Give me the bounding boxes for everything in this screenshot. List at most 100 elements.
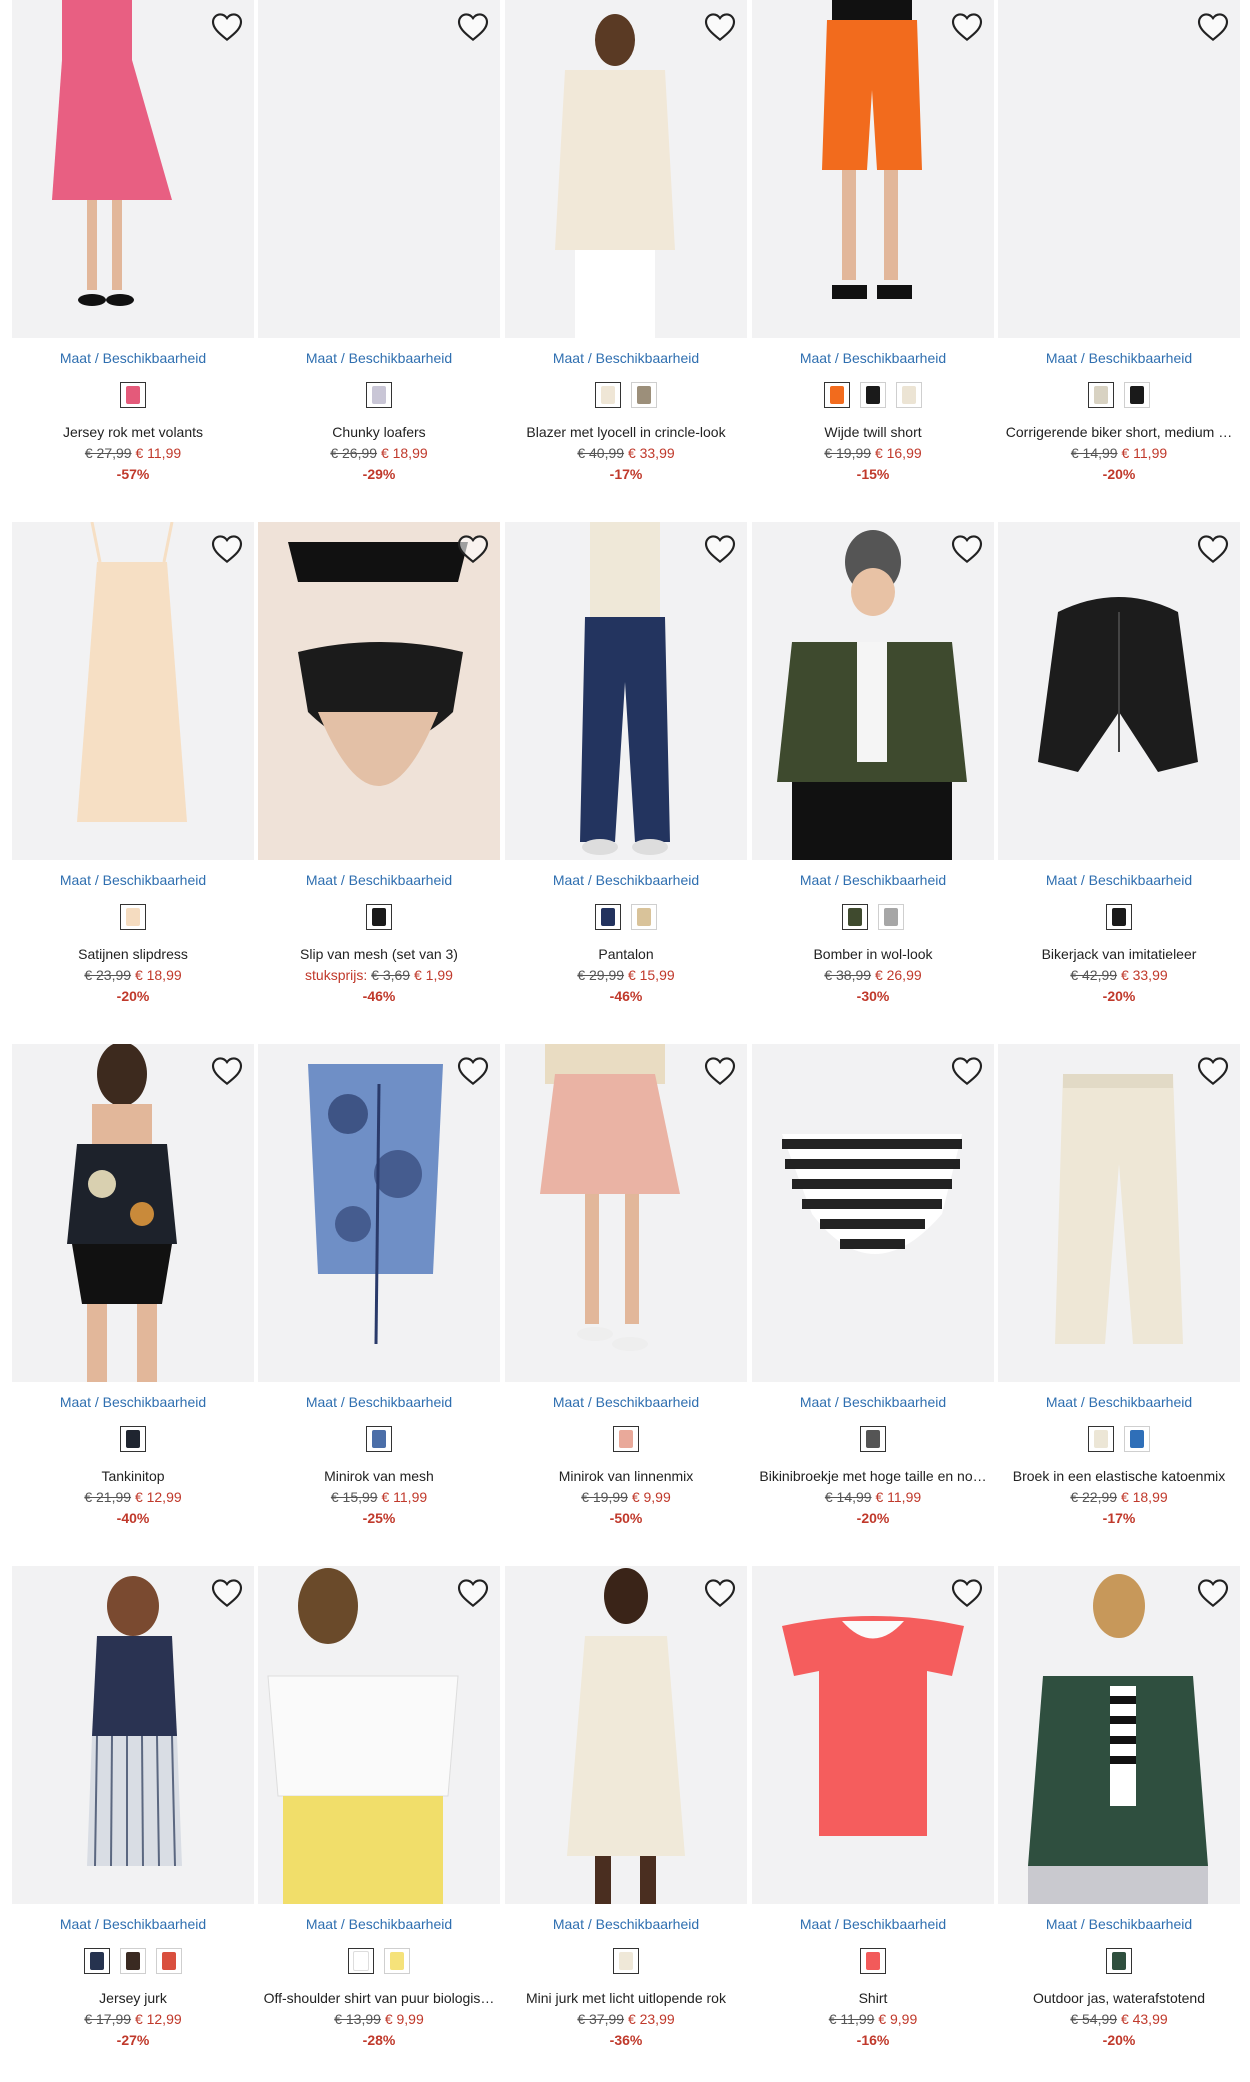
wishlist-heart-icon[interactable] [210,532,244,566]
color-swatch[interactable] [366,1426,392,1452]
product-card[interactable]: Maat / Beschikbaarheid Blazer met lyocell… [505,0,747,500]
product-name[interactable]: Jersey jurk [12,1990,254,2006]
product-image[interactable] [12,0,254,338]
wishlist-heart-icon[interactable] [456,1054,490,1088]
product-card[interactable]: Maat / Beschikbaarheid Tankinitop € 21,99 … [12,1044,254,1544]
color-swatch[interactable] [824,382,850,408]
wishlist-heart-icon[interactable] [703,532,737,566]
product-card[interactable]: Maat / Beschikbaarheid Wijde twill short €… [752,0,994,500]
size-availability-link[interactable]: Maat / Beschikbaarheid [258,350,500,366]
product-card[interactable]: Maat / Beschikbaarheid Mini jurk met lich… [505,1566,747,2066]
size-availability-link[interactable]: Maat / Beschikbaarheid [998,1394,1240,1410]
size-availability-link[interactable]: Maat / Beschikbaarheid [258,1916,500,1932]
size-availability-link[interactable]: Maat / Beschikbaarheid [998,872,1240,888]
wishlist-heart-icon[interactable] [456,532,490,566]
wishlist-heart-icon[interactable] [456,1576,490,1610]
color-swatch[interactable] [595,904,621,930]
product-card[interactable]: Maat / Beschikbaarheid Corrigerende biker… [998,0,1240,500]
product-image[interactable] [752,1044,994,1382]
size-availability-link[interactable]: Maat / Beschikbaarheid [752,872,994,888]
color-swatch[interactable] [1106,904,1132,930]
color-swatch[interactable] [896,382,922,408]
product-card[interactable]: Maat / Beschikbaarheid Off-shoulder shirt… [258,1566,500,2066]
product-image[interactable] [12,522,254,860]
color-swatch[interactable] [860,1948,886,1974]
color-swatch[interactable] [348,1948,374,1974]
product-name[interactable]: Jersey rok met volants [12,424,254,440]
size-availability-link[interactable]: Maat / Beschikbaarheid [998,1916,1240,1932]
color-swatch[interactable] [120,904,146,930]
product-image[interactable] [752,1566,994,1904]
product-card[interactable]: Maat / Beschikbaarheid Jersey jurk € 17,99… [12,1566,254,2066]
wishlist-heart-icon[interactable] [1196,1054,1230,1088]
color-swatch[interactable] [878,904,904,930]
product-card[interactable]: Maat / Beschikbaarheid Broek in een elast… [998,1044,1240,1544]
product-image[interactable] [505,522,747,860]
wishlist-heart-icon[interactable] [703,1576,737,1610]
size-availability-link[interactable]: Maat / Beschikbaarheid [12,1916,254,1932]
color-swatch[interactable] [613,1426,639,1452]
product-name[interactable]: Broek in een elastische katoenmix [998,1468,1240,1484]
size-availability-link[interactable]: Maat / Beschikbaarheid [12,1394,254,1410]
color-swatch[interactable] [384,1948,410,1974]
color-swatch[interactable] [613,1948,639,1974]
color-swatch[interactable] [1124,382,1150,408]
color-swatch[interactable] [631,904,657,930]
size-availability-link[interactable]: Maat / Beschikbaarheid [505,350,747,366]
wishlist-heart-icon[interactable] [210,1576,244,1610]
product-card[interactable]: Maat / Beschikbaarheid Satijnen slipdress… [12,522,254,1022]
wishlist-heart-icon[interactable] [703,10,737,44]
product-image[interactable] [505,0,747,338]
size-availability-link[interactable]: Maat / Beschikbaarheid [258,1394,500,1410]
product-image[interactable] [998,0,1240,338]
product-image[interactable] [12,1566,254,1904]
product-name[interactable]: Blazer met lyocell in crincle-look [505,424,747,440]
wishlist-heart-icon[interactable] [1196,532,1230,566]
product-image[interactable] [505,1566,747,1904]
size-availability-link[interactable]: Maat / Beschikbaarheid [12,350,254,366]
size-availability-link[interactable]: Maat / Beschikbaarheid [258,872,500,888]
wishlist-heart-icon[interactable] [1196,10,1230,44]
product-card[interactable]: Maat / Beschikbaarheid Slip van mesh (set… [258,522,500,1022]
product-name[interactable]: Pantalon [505,946,747,962]
product-card[interactable]: Maat / Beschikbaarheid Jersey rok met vol… [12,0,254,500]
wishlist-heart-icon[interactable] [456,10,490,44]
size-availability-link[interactable]: Maat / Beschikbaarheid [752,1916,994,1932]
product-card[interactable]: Maat / Beschikbaarheid Bikerjack van imit… [998,522,1240,1022]
product-image[interactable] [752,0,994,338]
product-card[interactable]: Maat / Beschikbaarheid Minirok van mesh € … [258,1044,500,1544]
product-card[interactable]: Maat / Beschikbaarheid Minirok van linnen… [505,1044,747,1544]
product-card[interactable]: Maat / Beschikbaarheid Bomber in wol-look… [752,522,994,1022]
size-availability-link[interactable]: Maat / Beschikbaarheid [12,872,254,888]
size-availability-link[interactable]: Maat / Beschikbaarheid [505,1394,747,1410]
size-availability-link[interactable]: Maat / Beschikbaarheid [998,350,1240,366]
size-availability-link[interactable]: Maat / Beschikbaarheid [505,1916,747,1932]
color-swatch[interactable] [860,382,886,408]
product-image[interactable] [258,0,500,338]
product-card[interactable]: Maat / Beschikbaarheid Bikinibroekje met … [752,1044,994,1544]
product-card[interactable]: Maat / Beschikbaarheid Chunky loafers € 26… [258,0,500,500]
wishlist-heart-icon[interactable] [703,1054,737,1088]
color-swatch[interactable] [84,1948,110,1974]
color-swatch[interactable] [156,1948,182,1974]
wishlist-heart-icon[interactable] [950,532,984,566]
product-name[interactable]: Chunky loafers [258,424,500,440]
product-name[interactable]: Corrigerende biker short, medium … [998,424,1240,440]
product-name[interactable]: Outdoor jas, waterafstotend [998,1990,1240,2006]
color-swatch[interactable] [595,382,621,408]
color-swatch[interactable] [1088,382,1114,408]
product-image[interactable] [12,1044,254,1382]
color-swatch[interactable] [366,904,392,930]
wishlist-heart-icon[interactable] [210,10,244,44]
product-name[interactable]: Bomber in wol-look [752,946,994,962]
product-card[interactable]: Maat / Beschikbaarheid Outdoor jas, water… [998,1566,1240,2066]
product-card[interactable]: Maat / Beschikbaarheid Shirt € 11,99 € 9,9… [752,1566,994,2066]
wishlist-heart-icon[interactable] [950,10,984,44]
color-swatch[interactable] [1124,1426,1150,1452]
product-name[interactable]: Bikinibroekje met hoge taille en no… [752,1468,994,1484]
product-name[interactable]: Bikerjack van imitatieleer [998,946,1240,962]
color-swatch[interactable] [1088,1426,1114,1452]
color-swatch[interactable] [366,382,392,408]
product-image[interactable] [258,1044,500,1382]
product-image[interactable] [752,522,994,860]
